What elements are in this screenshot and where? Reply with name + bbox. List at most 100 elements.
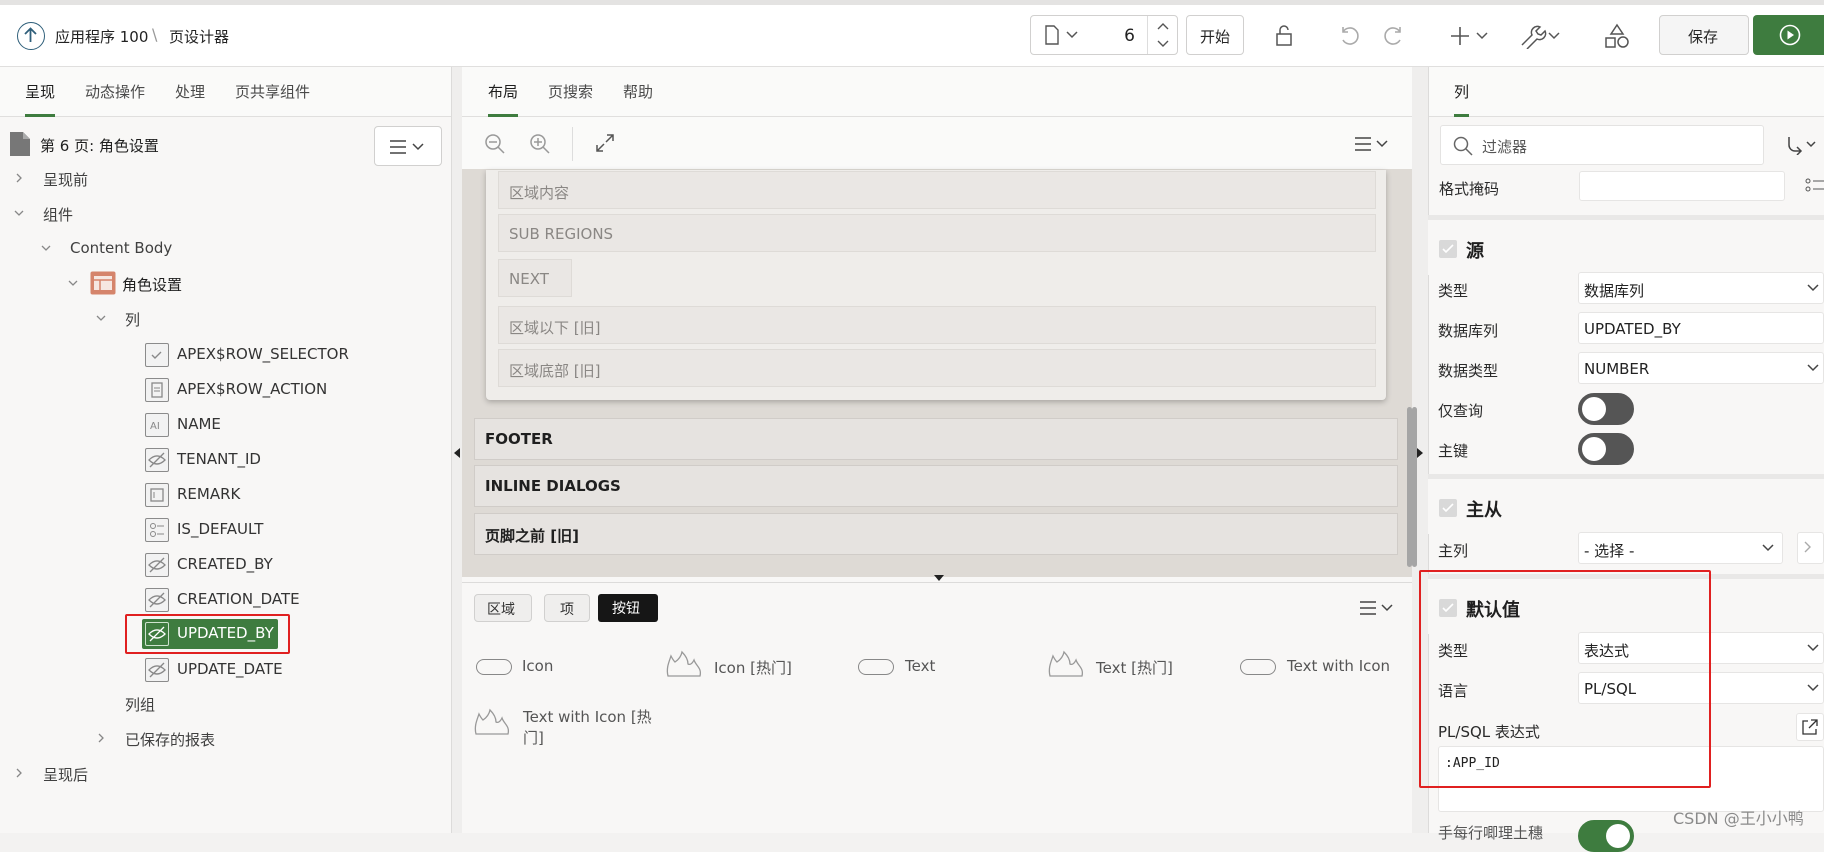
layout-inline-dialogs[interactable]: INLINE DIALOGS bbox=[474, 465, 1398, 507]
tab-layout[interactable]: 布局 bbox=[488, 81, 519, 117]
start-button[interactable]: 开始 bbox=[1186, 15, 1244, 55]
tree-menu-button[interactable] bbox=[374, 126, 442, 166]
button-icon bbox=[476, 659, 512, 675]
gallery-item-text[interactable]: Text bbox=[858, 656, 1008, 678]
top-toolbar: 应用程序 100 \ 页设计器 6 开始 保存 bbox=[0, 0, 1824, 67]
tree-components[interactable]: 组件 bbox=[43, 204, 73, 225]
caret-down-icon[interactable] bbox=[934, 575, 944, 581]
chevron-down-icon bbox=[1807, 644, 1819, 652]
zoom-out-icon[interactable] bbox=[484, 133, 506, 155]
go-to-group-icon[interactable] bbox=[1787, 135, 1817, 155]
tree-column-row-selected[interactable]: UPDATED_BY bbox=[125, 614, 290, 654]
gallery-item-icon-hot[interactable]: Icon [热门] bbox=[666, 650, 846, 680]
collapse-check-icon[interactable] bbox=[1439, 240, 1457, 258]
undo-icon[interactable] bbox=[1338, 24, 1362, 48]
tab-processing[interactable]: 处理 bbox=[175, 81, 205, 114]
hidden-icon bbox=[145, 588, 169, 612]
hidden-icon bbox=[145, 448, 169, 472]
database-column-input[interactable]: UPDATED_BY bbox=[1578, 312, 1824, 344]
query-only-label: 仅查询 bbox=[1438, 402, 1484, 420]
gallery-item-text-with-icon-hot[interactable]: Text with Icon [热 门] bbox=[474, 704, 664, 750]
master-column-picker-button[interactable] bbox=[1797, 532, 1824, 564]
format-mask-input[interactable] bbox=[1579, 171, 1785, 201]
tree-column-row[interactable]: AI NAME bbox=[145, 410, 445, 440]
collapse-check-icon[interactable] bbox=[1439, 499, 1457, 517]
run-button[interactable] bbox=[1753, 15, 1824, 55]
section-source[interactable]: 源 bbox=[1428, 215, 1824, 275]
query-only-toggle[interactable] bbox=[1578, 393, 1634, 425]
tree-column-groups[interactable]: 列组 bbox=[125, 694, 155, 715]
tree-column-row[interactable]: TENANT_ID bbox=[145, 445, 445, 475]
tree-content-body[interactable]: Content Body bbox=[70, 239, 172, 257]
tree-after-rendering[interactable]: 呈现后 bbox=[43, 764, 88, 785]
tree-columns[interactable]: 列 bbox=[125, 309, 140, 330]
left-splitter[interactable] bbox=[452, 67, 462, 833]
wrench-icon[interactable] bbox=[1519, 23, 1563, 49]
tree-column-row[interactable]: IS_DEFAULT bbox=[145, 515, 445, 545]
list-icon[interactable] bbox=[1805, 177, 1824, 197]
menu-icon[interactable] bbox=[1355, 136, 1391, 152]
tree-column-row[interactable]: UPDATE_DATE bbox=[145, 655, 445, 685]
chevron-down-icon[interactable] bbox=[96, 313, 106, 323]
chevron-right-icon[interactable] bbox=[14, 173, 24, 183]
page-selector[interactable]: 6 bbox=[1030, 15, 1178, 55]
data-type-select[interactable]: NUMBER bbox=[1578, 352, 1824, 384]
shapes-icon[interactable] bbox=[1604, 23, 1630, 49]
layout-below-region[interactable]: 区域以下 [旧] bbox=[498, 306, 1376, 344]
layout-before-footer[interactable]: 页脚之前 [旧] bbox=[474, 513, 1398, 555]
page-number-input[interactable]: 6 bbox=[1124, 26, 1135, 46]
add-icon[interactable] bbox=[1451, 25, 1491, 47]
next-property-toggle[interactable] bbox=[1578, 820, 1634, 852]
tab-dynamic-actions[interactable]: 动态操作 bbox=[85, 81, 145, 114]
open-code-editor-button[interactable] bbox=[1796, 713, 1824, 741]
up-arrow-icon[interactable] bbox=[17, 22, 45, 50]
tree-saved-reports[interactable]: 已保存的报表 bbox=[125, 729, 215, 750]
layout-footer[interactable]: FOOTER bbox=[474, 418, 1398, 460]
chevron-down-icon[interactable] bbox=[41, 243, 51, 253]
section-master-detail[interactable]: 主从 bbox=[1428, 474, 1824, 534]
layout-sub-regions[interactable]: SUB REGIONS bbox=[498, 214, 1376, 252]
tab-shared-components[interactable]: 页共享组件 bbox=[235, 81, 310, 114]
gallery-item-text-with-icon[interactable]: Text with Icon bbox=[1240, 656, 1405, 678]
expand-icon[interactable] bbox=[594, 132, 616, 154]
zoom-in-icon[interactable] bbox=[529, 133, 551, 155]
menu-icon[interactable] bbox=[1360, 600, 1396, 616]
tree-column-row[interactable]: CREATION_DATE bbox=[145, 585, 445, 615]
tab-rendering[interactable]: 呈现 bbox=[25, 81, 56, 117]
filter-input[interactable]: 过滤器 bbox=[1440, 125, 1764, 165]
master-column-select[interactable]: - 选择 - bbox=[1578, 532, 1783, 564]
tab-page-search[interactable]: 页搜索 bbox=[548, 81, 593, 114]
chevron-down-icon[interactable] bbox=[14, 208, 24, 218]
gallery-tab-regions[interactable]: 区域 bbox=[474, 594, 532, 622]
tab-help[interactable]: 帮助 bbox=[623, 81, 653, 114]
tab-column[interactable]: 列 bbox=[1454, 81, 1470, 117]
chevron-right-icon[interactable] bbox=[14, 768, 24, 778]
save-button[interactable]: 保存 bbox=[1659, 15, 1749, 55]
tree-column-row[interactable]: APEX$ROW_SELECTOR bbox=[145, 340, 445, 370]
tree-column-row[interactable]: CREATED_BY bbox=[145, 550, 445, 580]
gallery-tab-buttons[interactable]: 按钮 bbox=[598, 594, 658, 622]
primary-key-toggle[interactable] bbox=[1578, 433, 1634, 465]
chevron-right-icon[interactable] bbox=[96, 733, 106, 743]
hidden-icon bbox=[145, 658, 169, 682]
page-title: 第 6 页: 角色设置 bbox=[40, 137, 159, 155]
tree-region-role-settings[interactable]: 角色设置 bbox=[122, 274, 182, 295]
app-breadcrumb[interactable]: 应用程序 100 bbox=[55, 26, 148, 47]
redo-icon[interactable] bbox=[1381, 24, 1405, 48]
tree-column-row[interactable]: APEX$ROW_ACTION bbox=[145, 375, 445, 405]
lock-icon[interactable] bbox=[1272, 24, 1296, 48]
source-type-select[interactable]: 数据库列 bbox=[1578, 272, 1824, 304]
master-column-label: 主列 bbox=[1438, 542, 1469, 560]
tree-column-row[interactable]: REMARK bbox=[145, 480, 445, 510]
page-stepper[interactable] bbox=[1147, 16, 1177, 54]
tree-before-rendering[interactable]: 呈现前 bbox=[43, 169, 88, 190]
gallery-item-text-hot[interactable]: Text [热门] bbox=[1048, 650, 1208, 680]
layout-region-content[interactable]: 区域内容 bbox=[498, 171, 1376, 209]
splitter-scrollbar[interactable] bbox=[1412, 407, 1417, 567]
layout-region-bottom[interactable]: 区域底部 [旧] bbox=[498, 349, 1376, 387]
gallery-item-icon[interactable]: Icon bbox=[476, 656, 626, 678]
gallery-tab-items[interactable]: 项 bbox=[544, 594, 590, 622]
chevron-down-icon[interactable] bbox=[68, 278, 78, 288]
checkbox-icon bbox=[145, 343, 169, 367]
layout-next[interactable]: NEXT bbox=[498, 259, 572, 297]
